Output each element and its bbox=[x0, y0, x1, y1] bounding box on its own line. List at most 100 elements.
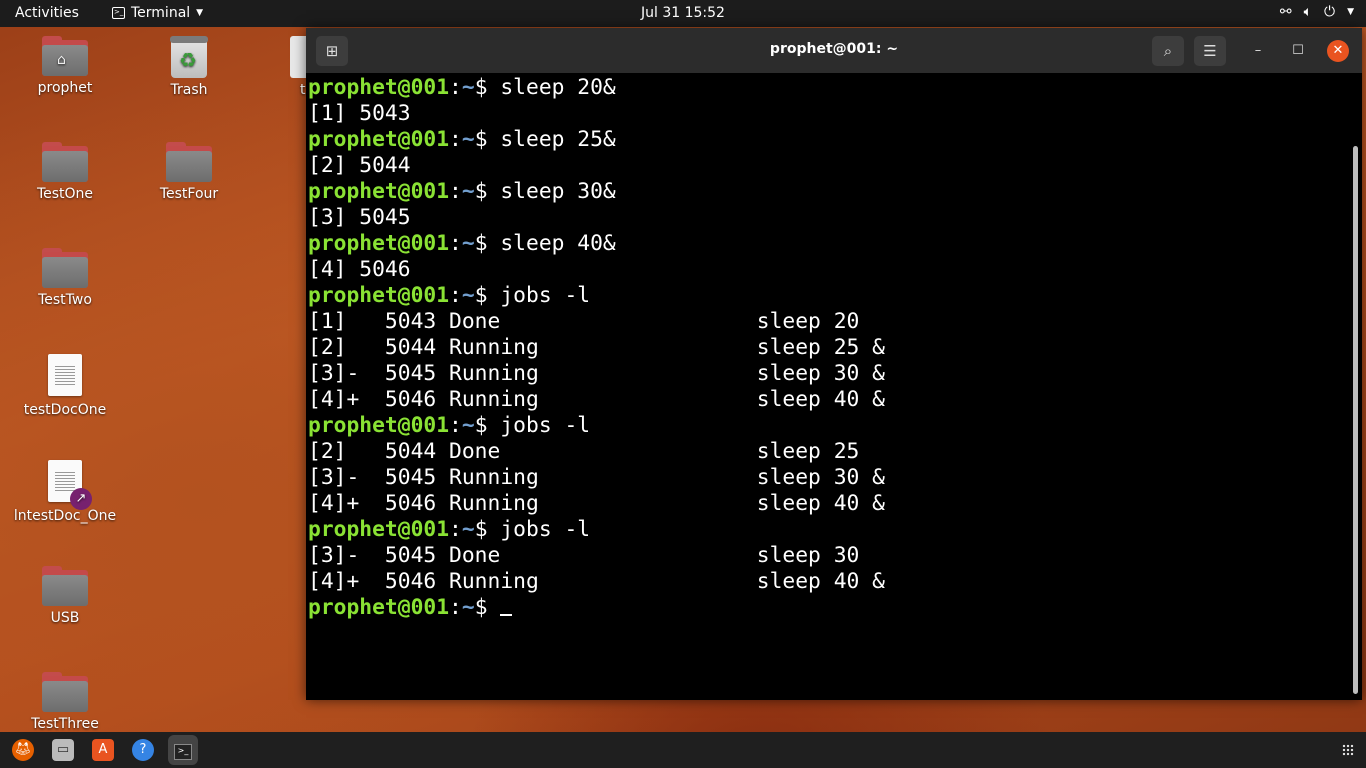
prompt-separator: : bbox=[449, 283, 462, 308]
output-text: [1] 5043 bbox=[308, 101, 411, 126]
output-text: [3]- 5045 Running sleep 30 & bbox=[308, 465, 885, 490]
terminal-output-line: [2] 5044 bbox=[308, 153, 885, 179]
terminal-output-line: [3]- 5045 Running sleep 30 & bbox=[308, 361, 885, 387]
terminal-output-line: [4]+ 5046 Running sleep 40 & bbox=[308, 491, 885, 517]
desktop-icon-testfour[interactable]: TestFour bbox=[134, 142, 244, 202]
command-text: sleep 40& bbox=[500, 231, 616, 256]
desktop-icon-testthree[interactable]: TestThree bbox=[10, 672, 120, 732]
prompt-symbol: $ bbox=[474, 283, 501, 308]
output-text: [4]+ 5046 Running sleep 40 & bbox=[308, 387, 885, 412]
firefox-icon[interactable]: 🦊︎ bbox=[12, 739, 34, 761]
terminal-icon: >_ bbox=[112, 7, 125, 19]
terminal-output-line: [3]- 5045 Done sleep 30 bbox=[308, 543, 885, 569]
prompt-symbol: $ bbox=[474, 231, 501, 256]
desktop-icon-lntestdoc-one[interactable]: ↗ lntestDoc_One bbox=[10, 460, 120, 524]
menu-caret-icon[interactable]: ▼ bbox=[1347, 7, 1354, 17]
prompt-path: ~ bbox=[461, 127, 475, 152]
output-text: [4] 5046 bbox=[308, 257, 411, 282]
desktop-icon-testone[interactable]: TestOne bbox=[10, 142, 120, 202]
terminal-output-line: [3] 5045 bbox=[308, 205, 885, 231]
desktop-icon-usb[interactable]: USB bbox=[10, 566, 120, 626]
search-icon: ⌕ bbox=[1163, 42, 1173, 60]
activities-button[interactable]: Activities bbox=[15, 5, 79, 21]
document-icon: ↗ bbox=[48, 460, 92, 510]
folder-icon bbox=[166, 142, 212, 182]
minimize-button[interactable]: – bbox=[1247, 40, 1269, 62]
terminal-window[interactable]: ⊞ prophet@001: ~ ⌕ ☰ – ☐ ✕ prophet@001:~… bbox=[306, 28, 1362, 700]
command-text: jobs -l bbox=[500, 517, 591, 542]
terminal-output-line: [3]- 5045 Running sleep 30 & bbox=[308, 465, 885, 491]
desktop-icon-label: TestThree bbox=[31, 716, 99, 732]
command-text: sleep 25& bbox=[500, 127, 616, 152]
output-text: [4]+ 5046 Running sleep 40 & bbox=[308, 491, 885, 516]
power-icon[interactable]: ⏻ bbox=[1324, 4, 1335, 20]
desktop-icon-prophet[interactable]: ⌂ prophet bbox=[10, 36, 120, 96]
prompt-user-host: prophet@001 bbox=[308, 595, 450, 620]
close-button[interactable]: ✕ bbox=[1327, 40, 1349, 62]
terminal-output-line: [4] 5046 bbox=[308, 257, 885, 283]
prompt-user-host: prophet@001 bbox=[308, 75, 450, 100]
output-text: [3]- 5045 Done sleep 30 bbox=[308, 543, 860, 568]
output-text: [2] 5044 Running sleep 25 & bbox=[308, 335, 885, 360]
prompt-separator: : bbox=[449, 75, 462, 100]
desktop-icon-label: TestFour bbox=[159, 186, 219, 202]
prompt-path: ~ bbox=[461, 413, 475, 438]
prompt-user-host: prophet@001 bbox=[308, 413, 450, 438]
document-icon bbox=[48, 354, 82, 396]
desktop-icon-testtwo[interactable]: TestTwo bbox=[10, 248, 120, 308]
desktop-icon-label: TestTwo bbox=[38, 292, 92, 308]
network-icon[interactable]: ⚯ bbox=[1280, 4, 1292, 20]
software-icon[interactable]: A bbox=[92, 739, 114, 761]
prompt-path: ~ bbox=[461, 75, 475, 100]
menu-button[interactable]: ☰ bbox=[1194, 36, 1226, 66]
output-text: [3]- 5045 Running sleep 30 & bbox=[308, 361, 885, 386]
prompt-symbol: $ bbox=[474, 517, 501, 542]
terminal-header-bar[interactable]: ⊞ prophet@001: ~ ⌕ ☰ – ☐ ✕ bbox=[306, 28, 1362, 73]
maximize-button[interactable]: ☐ bbox=[1287, 40, 1309, 62]
symlink-arrow-icon: ↗ bbox=[70, 488, 92, 510]
folder-icon bbox=[42, 248, 88, 288]
terminal-output[interactable]: prophet@001:~$ sleep 20& [1] 5043 prophet@… bbox=[308, 75, 885, 621]
prompt-symbol: $ bbox=[474, 179, 501, 204]
terminal-prompt-line: prophet@001:~$ jobs -l bbox=[308, 517, 885, 543]
new-tab-button[interactable]: ⊞ bbox=[316, 36, 348, 66]
prompt-separator: : bbox=[449, 517, 462, 542]
files-icon[interactable]: ▭ bbox=[52, 739, 74, 761]
terminal-prompt-line: prophet@001:~$ sleep 40& bbox=[308, 231, 885, 257]
system-tray[interactable]: ⚯ 🔈︎ ⏻ ▼ bbox=[1280, 4, 1354, 20]
dock: 🦊︎ ▭ A ? >_ bbox=[0, 732, 1366, 768]
clock[interactable]: Jul 31 15:52 bbox=[0, 5, 1366, 21]
command-text: jobs -l bbox=[500, 283, 591, 308]
trash-icon: ♻ bbox=[170, 36, 208, 78]
app-menu[interactable]: >_ Terminal ▼ bbox=[112, 5, 203, 21]
terminal-prompt-line: prophet@001:~$ sleep 25& bbox=[308, 127, 885, 153]
command-text: sleep 20& bbox=[500, 75, 616, 100]
scrollbar[interactable] bbox=[1353, 146, 1358, 694]
desktop-icon-label: TestOne bbox=[36, 186, 94, 202]
app-menu-label: Terminal bbox=[131, 5, 191, 21]
prompt-user-host: prophet@001 bbox=[308, 179, 450, 204]
prompt-symbol: $ bbox=[474, 75, 501, 100]
prompt-path: ~ bbox=[461, 179, 475, 204]
top-bar: Activities >_ Terminal ▼ Jul 31 15:52 ⚯ … bbox=[0, 0, 1366, 27]
terminal-icon[interactable]: >_ bbox=[168, 735, 198, 765]
help-icon[interactable]: ? bbox=[132, 739, 154, 761]
desktop-icon-trash[interactable]: ♻ Trash bbox=[134, 36, 244, 98]
terminal-output-line: [1] 5043 bbox=[308, 101, 885, 127]
desktop-icon-testdocone[interactable]: testDocOne bbox=[10, 354, 120, 418]
desktop-icon-label: prophet bbox=[37, 80, 93, 96]
terminal-output-line: [2] 5044 Running sleep 25 & bbox=[308, 335, 885, 361]
hamburger-menu-icon: ☰ bbox=[1203, 42, 1217, 60]
prompt-user-host: prophet@001 bbox=[308, 231, 450, 256]
prompt-separator: : bbox=[449, 127, 462, 152]
prompt-path: ~ bbox=[461, 517, 475, 542]
output-text: [1] 5043 Done sleep 20 bbox=[308, 309, 860, 334]
volume-icon[interactable]: 🔈︎ bbox=[1304, 4, 1312, 20]
show-applications-icon[interactable] bbox=[1342, 744, 1354, 756]
prompt-separator: : bbox=[449, 179, 462, 204]
search-button[interactable]: ⌕ bbox=[1152, 36, 1184, 66]
prompt-separator: : bbox=[449, 413, 462, 438]
terminal-output-line: [2] 5044 Done sleep 25 bbox=[308, 439, 885, 465]
prompt-user-host: prophet@001 bbox=[308, 283, 450, 308]
terminal-output-line: [4]+ 5046 Running sleep 40 & bbox=[308, 569, 885, 595]
